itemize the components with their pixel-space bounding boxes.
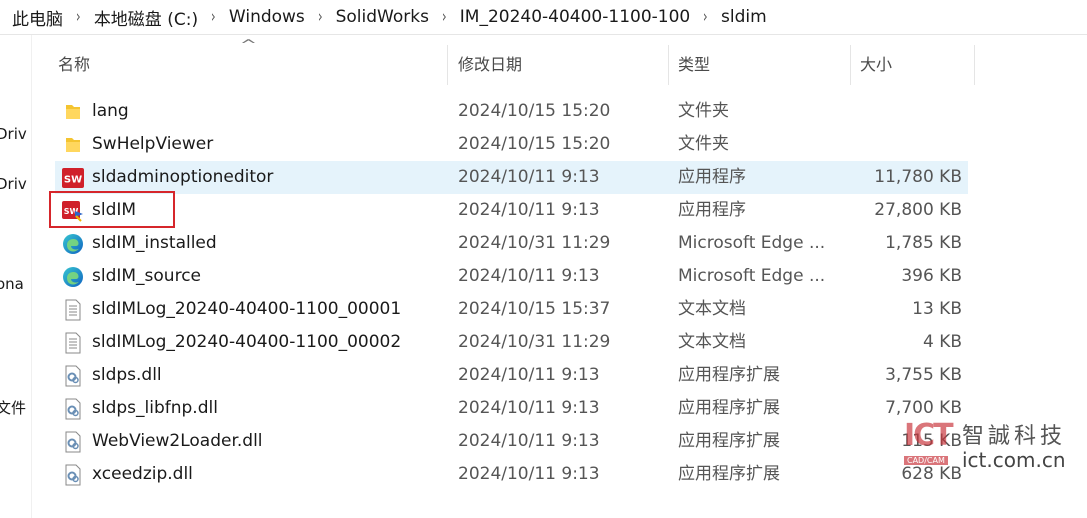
file-name: WebView2Loader.dll — [92, 431, 263, 451]
file-date-modified: 2024/10/31 11:29 — [458, 233, 611, 253]
file-row[interactable]: sldIMLog_20240-40400-1100_00002 2024/10/3… — [55, 326, 968, 359]
breadcrumb-chevron-icon[interactable]: › — [693, 7, 708, 27]
file-row[interactable]: SW sldadminoptioneditor 2024/10/11 9:13 应用程… — [55, 161, 968, 194]
file-type: Microsoft Edge ... — [678, 266, 826, 286]
solidworks-app-icon: SW — [61, 166, 85, 190]
file-type: 应用程序 — [678, 167, 746, 187]
file-name: sldps_libfnp.dll — [92, 398, 218, 418]
file-size: 1,785 KB — [885, 233, 962, 253]
file-type: 应用程序扩展 — [678, 464, 780, 484]
breadcrumb-item-solidworks[interactable]: SolidWorks — [326, 7, 429, 27]
watermark-logo-text: ICT — [904, 418, 954, 453]
nav-item-files[interactable]: 文件 — [0, 397, 26, 418]
file-row[interactable]: SW sldIM 2024/10/11 9:13 应用程序 27,800 KB — [55, 194, 968, 227]
breadcrumb-item-sldim[interactable]: sldim — [711, 7, 767, 27]
file-name: sldps.dll — [92, 365, 162, 385]
column-divider[interactable] — [974, 45, 975, 85]
file-size: 396 KB — [901, 266, 962, 286]
breadcrumb-chevron-icon[interactable]: › — [308, 7, 323, 27]
file-name: sldadminoptioneditor — [92, 167, 274, 187]
breadcrumb-item-windows[interactable]: Windows — [219, 7, 305, 27]
file-type: 应用程序扩展 — [678, 431, 780, 451]
highlight-annotation-box — [49, 191, 175, 228]
nav-item-drive[interactable]: Driv — [0, 175, 27, 193]
file-row[interactable]: lang 2024/10/15 15:20 文件夹 — [55, 95, 968, 128]
file-name: sldIM_source — [92, 266, 202, 286]
file-size: 27,800 KB — [874, 200, 962, 220]
dll-icon — [61, 397, 85, 421]
folder-icon — [61, 100, 85, 124]
file-size: 3,755 KB — [885, 365, 962, 385]
file-row[interactable]: xceedzip.dll 2024/10/11 9:13 应用程序扩展 628 KB — [55, 458, 968, 491]
file-row[interactable]: sldps.dll 2024/10/11 9:13 应用程序扩展 3,755 KB — [55, 359, 968, 392]
dll-icon — [61, 364, 85, 388]
file-date-modified: 2024/10/31 11:29 — [458, 332, 611, 352]
file-row[interactable]: WebView2Loader.dll 2024/10/11 9:13 应用程序扩展 1… — [55, 425, 968, 458]
file-name: xceedzip.dll — [92, 464, 193, 484]
pane-divider[interactable] — [31, 35, 32, 518]
breadcrumb-chevron-icon[interactable]: › — [432, 7, 447, 27]
watermark: ICT CAD/CAM 智誠科技 ict.com.cn — [898, 416, 1087, 476]
file-name: sldIM_installed — [92, 233, 217, 253]
file-row[interactable]: SwHelpViewer 2024/10/15 15:20 文件夹 — [55, 128, 968, 161]
column-header-row: ^ 名称 修改日期 类型 大小 — [32, 35, 1087, 95]
column-header-size[interactable]: 大小 — [850, 45, 974, 85]
file-date-modified: 2024/10/15 15:20 — [458, 134, 611, 154]
nav-item-personal[interactable]: ona — [0, 275, 24, 293]
edge-icon — [61, 232, 85, 256]
svg-text:SW: SW — [64, 175, 82, 186]
file-type: 应用程序 — [678, 200, 746, 220]
file-size: 4 KB — [922, 332, 962, 352]
text-document-icon — [61, 331, 85, 355]
edge-icon — [61, 265, 85, 289]
breadcrumb-chevron-icon[interactable]: › — [66, 7, 81, 27]
file-type: Microsoft Edge ... — [678, 233, 826, 253]
breadcrumb-item-im-folder[interactable]: IM_20240-40400-1100-100 — [450, 7, 690, 27]
watermark-chinese-name: 智誠科技 — [962, 424, 1067, 449]
file-type: 文本文档 — [678, 332, 746, 352]
file-date-modified: 2024/10/11 9:13 — [458, 365, 600, 385]
file-date-modified: 2024/10/11 9:13 — [458, 431, 600, 451]
file-row[interactable]: sldIM_installed 2024/10/31 11:29 Microsoft… — [55, 227, 968, 260]
nav-item-drive[interactable]: Driv — [0, 125, 27, 143]
navigation-pane: Driv Driv ona 文件 — [0, 35, 30, 518]
file-row[interactable]: sldps_libfnp.dll 2024/10/11 9:13 应用程序扩展 7,7… — [55, 392, 968, 425]
folder-icon — [61, 133, 85, 157]
dll-icon — [61, 430, 85, 454]
column-header-name[interactable]: 名称 — [48, 45, 448, 85]
file-name: lang — [92, 101, 129, 121]
file-date-modified: 2024/10/11 9:13 — [458, 200, 600, 220]
column-header-type[interactable]: 类型 — [668, 45, 850, 85]
file-date-modified: 2024/10/11 9:13 — [458, 398, 600, 418]
file-name: sldIMLog_20240-40400-1100_00002 — [92, 332, 402, 352]
breadcrumb-item-this-pc[interactable]: 此电脑 — [0, 5, 63, 30]
breadcrumb-item-local-disk[interactable]: 本地磁盘 (C:) — [84, 5, 198, 30]
file-type: 文本文档 — [678, 299, 746, 319]
watermark-logo-subtext: CAD/CAM — [904, 456, 948, 465]
file-type: 应用程序扩展 — [678, 398, 780, 418]
file-type: 文件夹 — [678, 134, 729, 154]
file-type: 文件夹 — [678, 101, 729, 121]
watermark-url: ict.com.cn — [962, 448, 1066, 472]
file-type: 应用程序扩展 — [678, 365, 780, 385]
file-name: SwHelpViewer — [92, 134, 214, 154]
file-date-modified: 2024/10/15 15:37 — [458, 299, 611, 319]
file-date-modified: 2024/10/11 9:13 — [458, 266, 600, 286]
watermark-logo: ICT CAD/CAM — [898, 418, 956, 470]
breadcrumb-chevron-icon[interactable]: › — [201, 7, 216, 27]
file-size: 11,780 KB — [874, 167, 962, 187]
column-header-date[interactable]: 修改日期 — [448, 45, 668, 85]
address-breadcrumb: 此电脑 › 本地磁盘 (C:) › Windows › SolidWorks ›… — [0, 0, 1087, 35]
file-row[interactable]: sldIMLog_20240-40400-1100_00001 2024/10/1… — [55, 293, 968, 326]
file-date-modified: 2024/10/11 9:13 — [458, 464, 600, 484]
text-document-icon — [61, 298, 85, 322]
file-row[interactable]: sldIM_source 2024/10/11 9:13 Microsoft Edg… — [55, 260, 968, 293]
file-date-modified: 2024/10/11 9:13 — [458, 167, 600, 187]
file-size: 13 KB — [912, 299, 962, 319]
file-date-modified: 2024/10/15 15:20 — [458, 101, 611, 121]
file-name: sldIMLog_20240-40400-1100_00001 — [92, 299, 402, 319]
dll-icon — [61, 463, 85, 487]
